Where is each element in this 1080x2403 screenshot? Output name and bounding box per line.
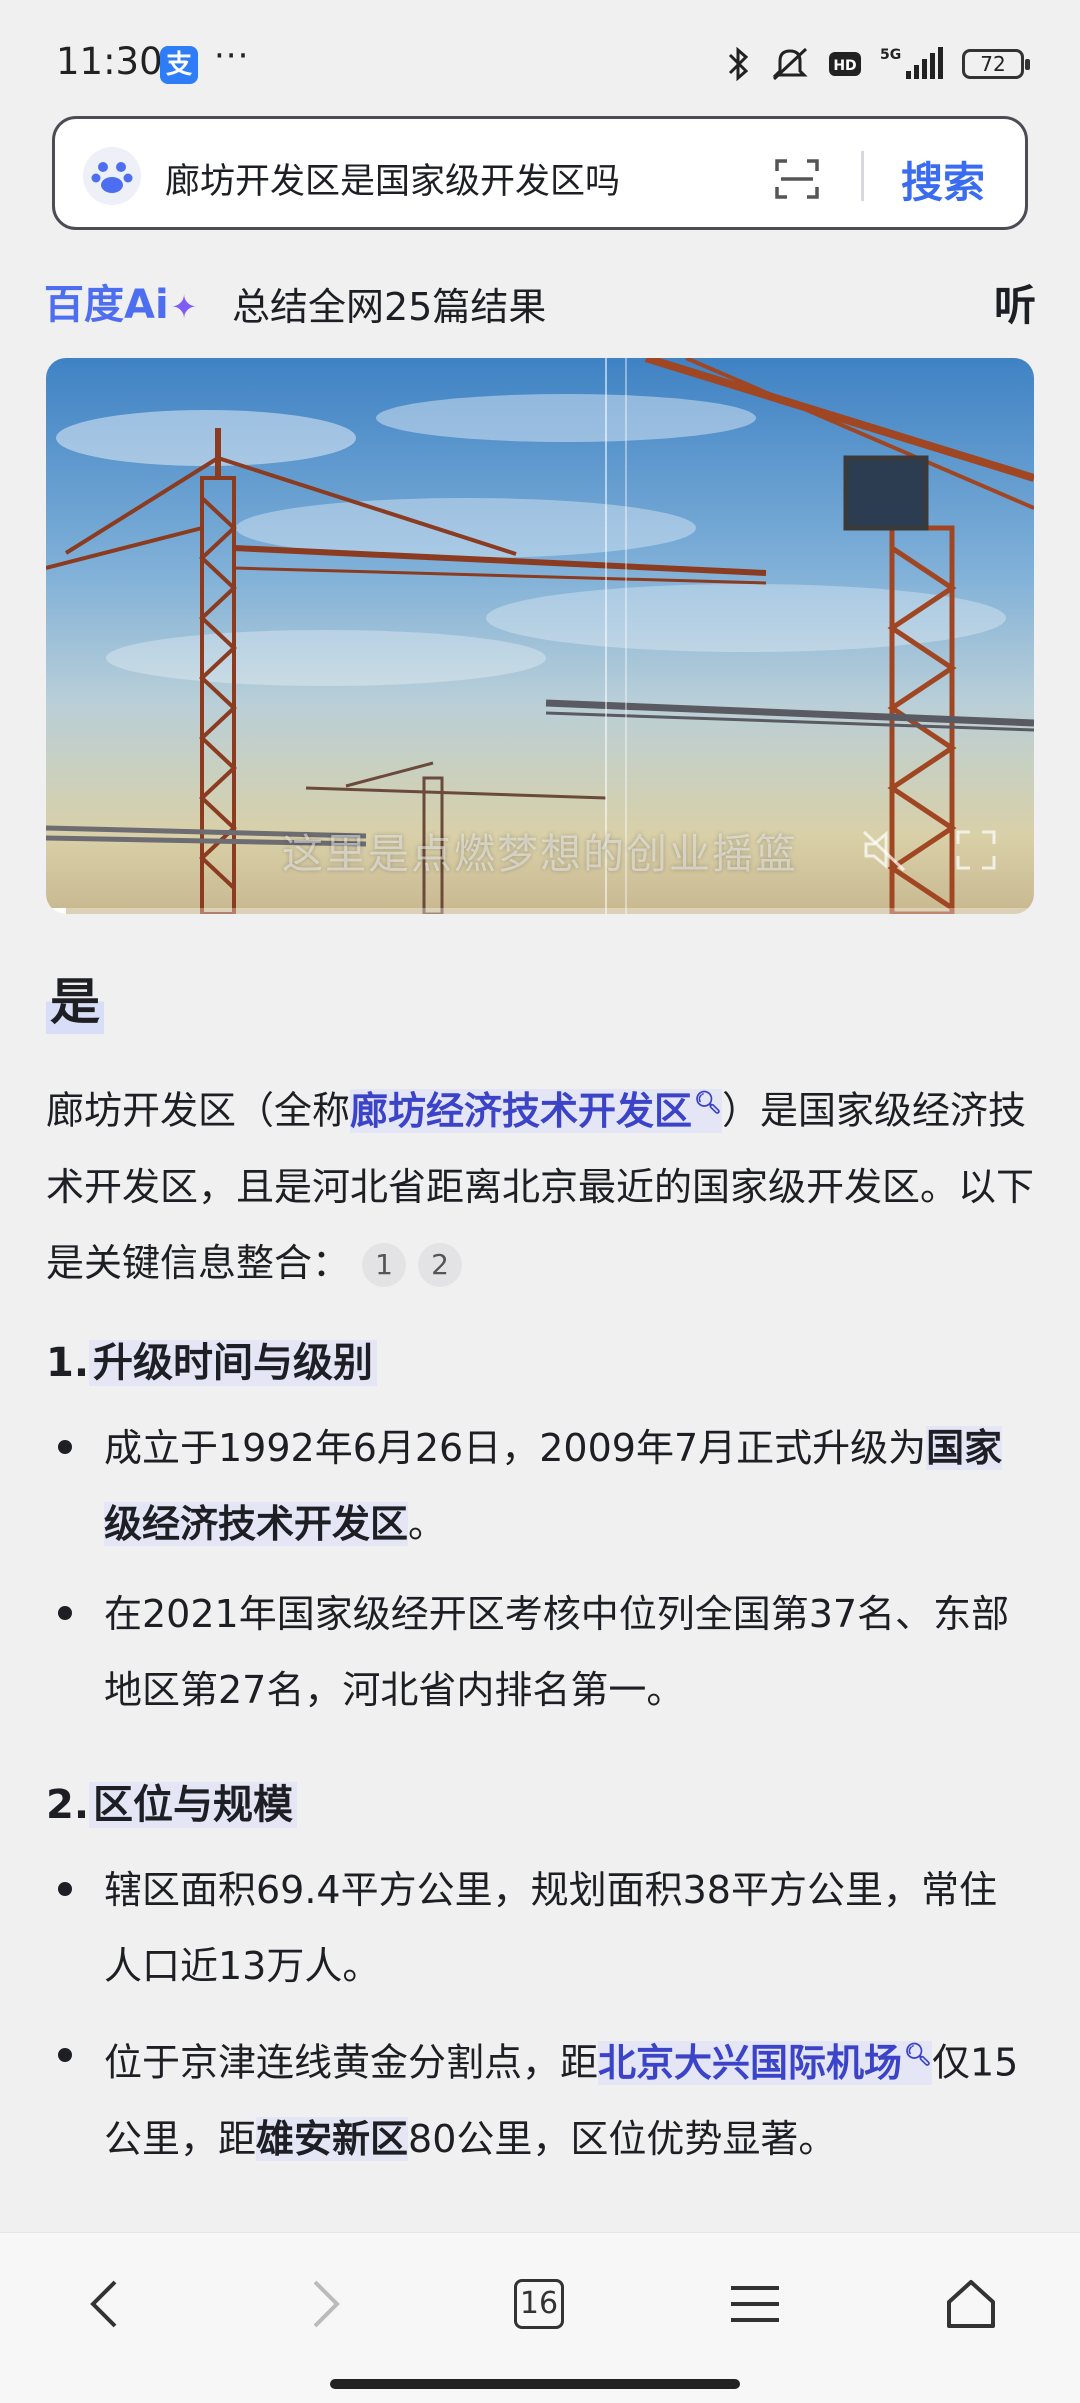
intro-link-text[interactable]: 廊坊经济技术开发区 bbox=[350, 1089, 692, 1133]
home-button[interactable] bbox=[936, 2269, 1006, 2339]
search-button[interactable]: 搜索 bbox=[901, 149, 985, 210]
list-item: 位于京津连线黄金分割点，距北京大兴国际机场🔍︎仅15公里，距雄安新区80公里，区… bbox=[58, 2018, 1020, 2177]
citation-2[interactable]: 2 bbox=[418, 1243, 463, 1288]
svg-text:HD: HD bbox=[833, 58, 856, 74]
citation-1[interactable]: 1 bbox=[362, 1243, 407, 1288]
baidu-ai-logo: 百度Ai✦ bbox=[44, 272, 197, 330]
list-item: 辖区面积69.4平方公里，规划面积38平方公里，常住人口近13万人。 bbox=[58, 1852, 1020, 2004]
search-input[interactable]: 廊坊开发区是国家级开发区吗 搜索 bbox=[52, 116, 1028, 230]
mute-bell-icon bbox=[772, 47, 808, 81]
gesture-home-bar[interactable] bbox=[330, 2379, 740, 2389]
bluetooth-icon bbox=[728, 46, 749, 82]
status-time: 11:30 bbox=[56, 40, 163, 83]
home-icon bbox=[947, 2280, 995, 2328]
status-bar: 11:30 支 ··· HD 5G 72 bbox=[0, 0, 1080, 110]
list-item: 成立于1992年6月26日，2009年7月正式升级为国家级经济技术开发区。 bbox=[58, 1410, 1020, 1562]
bullet-text-end: 80公里，区位优势显著。 bbox=[408, 2116, 837, 2161]
search-divider bbox=[861, 151, 864, 201]
bullet-text: 在2021年国家级经开区考核中位列全国第37名、东部地区第27名，河北省内排名第… bbox=[104, 1592, 1010, 1712]
section-title-1: 1. 升级时间与级别 bbox=[46, 1330, 378, 1388]
forward-arrow-icon bbox=[313, 2280, 340, 2328]
battery-icon: 72 bbox=[962, 49, 1030, 79]
bullet-bold: 雄安新区 bbox=[256, 2116, 409, 2161]
hamburger-menu-icon bbox=[731, 2286, 779, 2322]
tabs-button[interactable]: 16 bbox=[504, 2269, 574, 2339]
battery-level: 72 bbox=[980, 52, 1006, 76]
ai-sparkle-icon: ✦ bbox=[170, 288, 198, 326]
back-arrow-icon bbox=[90, 2280, 117, 2328]
hd-icon: HD bbox=[829, 52, 861, 76]
section-label: 区位与规模 bbox=[89, 1782, 298, 1828]
status-icons: HD 5G 72 bbox=[726, 44, 1030, 84]
fullscreen-icon[interactable] bbox=[952, 826, 1000, 874]
section-number: 1. bbox=[46, 1340, 90, 1386]
video-progress-bar[interactable] bbox=[46, 908, 1034, 914]
answer-intro: 廊坊开发区（全称廊坊经济技术开发区🔍︎）是国家级经济技术开发区，且是河北省距离北… bbox=[46, 1066, 1036, 1301]
tab-count: 16 bbox=[514, 2279, 564, 2329]
bottom-navigation: 16 bbox=[0, 2232, 1080, 2403]
ai-summary-text: 总结全网25篇结果 bbox=[232, 285, 547, 329]
mute-icon[interactable] bbox=[858, 824, 910, 876]
browser-page: 11:30 支 ··· HD 5G 72 廊坊开发区是国家级开发区吗 搜索 百度… bbox=[0, 0, 1080, 2403]
listen-button[interactable]: 听 bbox=[994, 272, 1036, 333]
network-label: 5G bbox=[880, 47, 901, 63]
search-header: 廊坊开发区是国家级开发区吗 搜索 bbox=[0, 110, 1080, 256]
search-small-icon: 🔍︎ bbox=[904, 2043, 932, 2068]
signal-5g-icon: 5G bbox=[880, 47, 943, 79]
intro-link[interactable]: 廊坊经济技术开发区🔍︎ bbox=[350, 1088, 722, 1133]
section-label: 升级时间与级别 bbox=[89, 1340, 378, 1386]
section-number: 2. bbox=[46, 1782, 90, 1828]
airport-link[interactable]: 北京大兴国际机场🔍︎ bbox=[598, 2040, 932, 2085]
baidu-paw-icon bbox=[83, 147, 141, 205]
menu-button[interactable] bbox=[720, 2269, 790, 2339]
section-title-2: 2. 区位与规模 bbox=[46, 1772, 298, 1830]
bullet-text-end: 。 bbox=[408, 1502, 447, 1546]
alipay-notification-icon: 支 bbox=[160, 46, 198, 84]
more-notifications-icon: ··· bbox=[214, 36, 250, 76]
bullet-text: 成立于1992年6月26日，2009年7月正式升级为 bbox=[104, 1426, 927, 1470]
airport-link-text[interactable]: 北京大兴国际机场 bbox=[598, 2041, 902, 2085]
list-item: 在2021年国家级经开区考核中位列全国第37名、东部地区第27名，河北省内排名第… bbox=[58, 1576, 1020, 1728]
bullet-text: 位于京津连线黄金分割点，距 bbox=[104, 2040, 599, 2085]
intro-text-1: 廊坊开发区（全称 bbox=[46, 1088, 351, 1133]
search-small-icon: 🔍︎ bbox=[694, 1091, 722, 1116]
ai-logo-text: 百度Ai bbox=[44, 282, 169, 328]
scan-icon[interactable] bbox=[773, 155, 821, 203]
answer-title: 是 bbox=[46, 962, 104, 1034]
search-query-text[interactable]: 廊坊开发区是国家级开发区吗 bbox=[165, 153, 620, 204]
forward-button[interactable] bbox=[290, 2269, 360, 2339]
ai-summary-bar: 百度Ai✦ 总结全网25篇结果 听 bbox=[0, 256, 1080, 340]
bullet-text: 辖区面积69.4平方公里，规划面积38平方公里，常住人口近13万人。 bbox=[104, 1868, 997, 1988]
video-progress-fill bbox=[46, 908, 66, 914]
back-button[interactable] bbox=[70, 2269, 140, 2339]
video-player[interactable]: 这里是点燃梦想的创业摇篮 bbox=[46, 358, 1034, 914]
